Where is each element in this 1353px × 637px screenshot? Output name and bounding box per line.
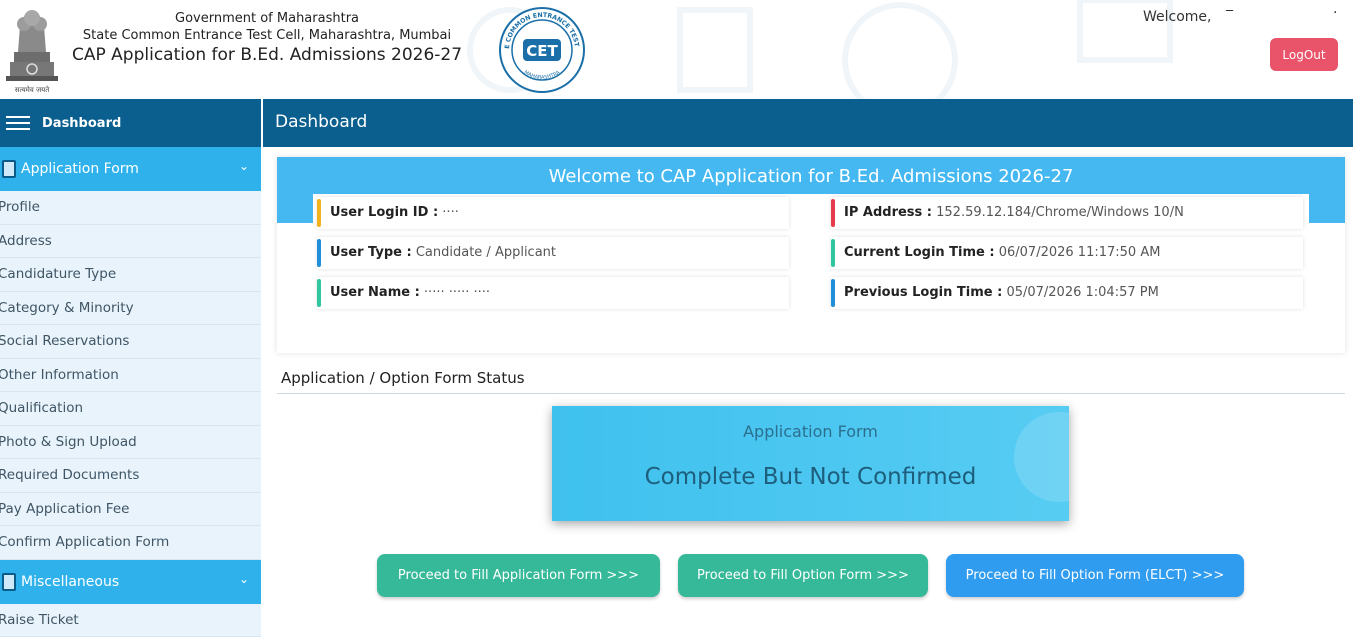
application-status-card: Application Form Complete But Not Confir… [552, 406, 1069, 521]
hamburger-menu-icon[interactable] [6, 112, 30, 134]
sidebar-item-address[interactable]: Address [0, 225, 261, 259]
divider [277, 393, 1345, 394]
sidebar-item-other-information[interactable]: Other Information [0, 359, 261, 393]
welcome-label: Welcome, [1143, 9, 1212, 25]
chevron-down-icon: ⌄ [239, 159, 249, 173]
status-card-value: Complete But Not Confirmed [552, 464, 1069, 490]
gov-name: Government of Maharashtra [72, 10, 462, 27]
sidebar-section-application-form[interactable]: Application Form ⌄ [0, 147, 261, 191]
info-bar [831, 239, 835, 267]
fill-application-form-button[interactable]: Proceed to Fill Application Form >>> [377, 554, 660, 597]
user-info-panel: User Login ID : ···· User Type : Candida… [313, 194, 1309, 334]
info-bar [317, 279, 321, 307]
sidebar-item-pay-application-fee[interactable]: Pay Application Fee [0, 493, 261, 527]
sidebar-item-candidature-type[interactable]: Candidature Type [0, 258, 261, 292]
sidebar: Dashboard Application Form ⌄ Profile Add… [0, 99, 261, 636]
sidebar-item-profile[interactable]: Profile [0, 191, 261, 225]
welcome-username: ‾ [1226, 9, 1233, 25]
user-name: User Name : ····· ····· ···· [317, 277, 789, 309]
current-login-time: Current Login Time : 06/07/2026 11:17:50… [831, 237, 1303, 269]
logout-button[interactable]: LogOut [1270, 38, 1338, 71]
ip-address: IP Address : 152.59.12.184/Chrome/Window… [831, 197, 1303, 229]
fill-option-form-elct-button[interactable]: Proceed to Fill Option Form (ELCT) >>> [946, 554, 1244, 597]
section-label: Miscellaneous [21, 574, 119, 590]
cet-logo: STATE COMMON ENTRANCE TEST CELL MAHARASH… [497, 5, 587, 95]
section-label: Application Form [21, 161, 139, 177]
welcome-card: Welcome to CAP Application for B.Ed. Adm… [277, 157, 1345, 353]
sidebar-item-qualification[interactable]: Qualification [0, 392, 261, 426]
header-titles: Government of Maharashtra State Common E… [72, 10, 462, 64]
sidebar-item-photo-sign-upload[interactable]: Photo & Sign Upload [0, 426, 261, 460]
folder-icon [2, 573, 16, 591]
cet-letters: CET [526, 42, 558, 60]
user-login-id: User Login ID : ···· [317, 197, 789, 229]
status-heading: Application / Option Form Status [281, 369, 525, 387]
status-card-label: Application Form [552, 422, 1069, 441]
info-bar [831, 279, 835, 307]
info-bar [317, 239, 321, 267]
emblem-caption: सत्यमेव जयते [15, 85, 50, 94]
sidebar-title[interactable]: Dashboard [42, 116, 121, 131]
fill-option-form-button[interactable]: Proceed to Fill Option Form >>> [678, 554, 928, 597]
info-bar [831, 199, 835, 227]
info-bar [317, 199, 321, 227]
cell-name: State Common Entrance Test Cell, Maharas… [72, 27, 462, 44]
content-topbar: Dashboard [263, 99, 1353, 147]
app-title: CAP Application for B.Ed. Admissions 202… [72, 47, 462, 64]
user-type: User Type : Candidate / Applicant [317, 237, 789, 269]
chevron-down-icon: ⌄ [239, 572, 249, 586]
page-title: Dashboard [275, 112, 367, 132]
form-icon [2, 160, 16, 178]
sidebar-item-category-minority[interactable]: Category & Minority [0, 292, 261, 326]
sidebar-item-required-documents[interactable]: Required Documents [0, 459, 261, 493]
ashoka-emblem-icon: सत्यमेव जयते [4, 4, 60, 94]
sidebar-section-miscellaneous[interactable]: Miscellaneous ⌄ [0, 560, 261, 604]
sidebar-header: Dashboard [0, 99, 261, 147]
previous-login-time: Previous Login Time : 05/07/2026 1:04:57… [831, 277, 1303, 309]
sidebar-item-raise-ticket[interactable]: Raise Ticket [0, 604, 261, 637]
sidebar-item-confirm-application-form[interactable]: Confirm Application Form [0, 526, 261, 560]
welcome-menu-dot: · [1333, 5, 1337, 21]
welcome-title: Welcome to CAP Application for B.Ed. Adm… [277, 166, 1345, 187]
page-header: सत्यमेव जयते Government of Maharashtra S… [0, 0, 1353, 99]
sidebar-item-social-reservations[interactable]: Social Reservations [0, 325, 261, 359]
